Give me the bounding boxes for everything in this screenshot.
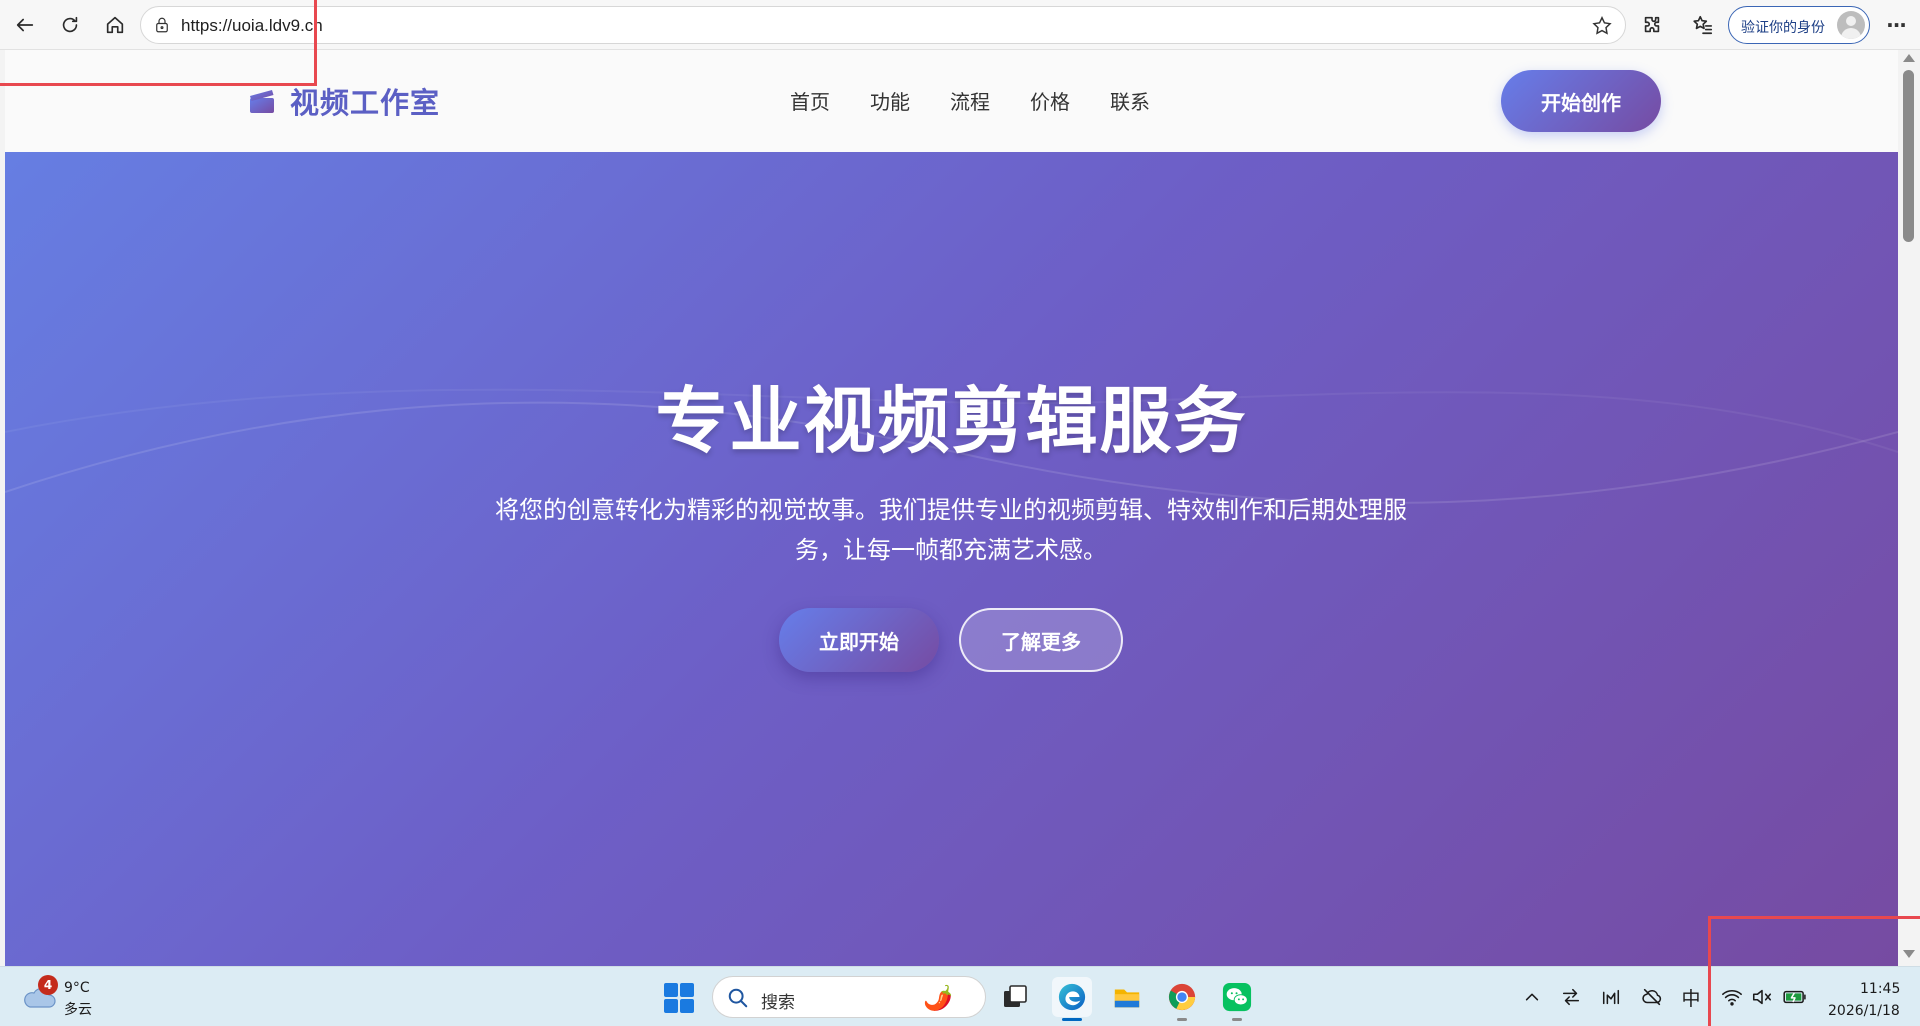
sync-arrows-icon[interactable]: [1560, 985, 1582, 1009]
start-now-button[interactable]: 立即开始: [779, 608, 939, 672]
more-options-button[interactable]: ···: [1876, 5, 1916, 45]
task-view-icon[interactable]: [995, 977, 1035, 1017]
active-app-indicator: [1062, 1018, 1082, 1021]
scroll-up-arrow-icon[interactable]: [1903, 54, 1915, 62]
cloud-off-icon[interactable]: [1640, 985, 1664, 1009]
scrollbar-thumb[interactable]: [1903, 70, 1914, 242]
weather-widget[interactable]: 4 9°C 多云: [22, 975, 102, 1019]
chrome-icon[interactable]: [1162, 977, 1202, 1021]
annotation-box-address: [0, 0, 317, 86]
wechat-icon[interactable]: [1217, 977, 1257, 1021]
file-explorer-icon[interactable]: [1107, 977, 1147, 1017]
performance-meter-icon[interactable]: [1600, 985, 1622, 1009]
page-viewport: 视频工作室 首页 功能 流程 价格 联系 开始创作 专业视频剪辑服务 将您的创意…: [5, 50, 1898, 966]
search-icon: [727, 987, 749, 1009]
learn-more-button[interactable]: 了解更多: [959, 608, 1123, 672]
running-app-indicator: [1177, 1018, 1187, 1021]
search-highlight-icon: 🌶️: [923, 984, 953, 1012]
clapperboard-icon: [248, 87, 276, 115]
hero-section: 专业视频剪辑服务 将您的创意转化为精彩的视觉故事。我们提供专业的视频剪辑、特效制…: [5, 152, 1898, 966]
input-method-indicator[interactable]: 中: [1680, 985, 1702, 1010]
windows-start-icon[interactable]: [664, 983, 694, 1013]
hero-title: 专业视频剪辑服务: [655, 379, 1248, 463]
puzzle-icon: [1644, 16, 1660, 33]
taskbar-search[interactable]: 搜索 🌶️: [712, 976, 986, 1018]
weather-badge: 4: [38, 975, 58, 995]
page-scrollbar[interactable]: [1898, 50, 1920, 966]
annotation-box-tray: [1708, 916, 1920, 1026]
profile-button[interactable]: 验证你的身份: [1728, 6, 1870, 44]
nav-item-contact[interactable]: 联系: [1110, 86, 1150, 115]
running-app-indicator: [1232, 1018, 1242, 1021]
weather-condition: 多云: [64, 1002, 92, 1018]
edge-icon[interactable]: [1052, 977, 1092, 1021]
main-nav: 首页 功能 流程 价格 联系: [790, 86, 1190, 115]
profile-label: 验证你的身份: [1741, 20, 1825, 36]
extensions-button[interactable]: [1632, 5, 1672, 45]
chevron-up-icon[interactable]: [1522, 985, 1542, 1009]
more-dots-icon: ···: [1886, 13, 1907, 37]
taskbar: 4 9°C 多云 搜索 🌶️ 中 11:45 2026/1/18: [0, 966, 1920, 1026]
weather-temperature: 9°C: [64, 980, 90, 996]
screen: https://uoia.ldv9.cn 验证你的身份 ··· 视频工作室 首页…: [0, 0, 1920, 1026]
favorites-list-icon: [1693, 15, 1713, 35]
favorites-button[interactable]: [1683, 5, 1723, 45]
avatar-icon: [1837, 11, 1865, 39]
nav-item-features[interactable]: 功能: [870, 86, 910, 115]
site-logo[interactable]: 视频工作室: [248, 80, 440, 122]
start-creating-button[interactable]: 开始创作: [1501, 70, 1661, 132]
nav-item-pricing[interactable]: 价格: [1030, 86, 1070, 115]
site-name: 视频工作室: [290, 86, 441, 120]
favorite-star-icon[interactable]: [1587, 11, 1617, 41]
hero-description: 将您的创意转化为精彩的视觉故事。我们提供专业的视频剪辑、特效制作和后期处理服务，…: [495, 496, 1407, 564]
address-bar[interactable]: https://uoia.ldv9.cn: [140, 6, 1626, 44]
nav-item-home[interactable]: 首页: [790, 86, 830, 115]
search-placeholder: 搜索: [761, 993, 795, 1013]
nav-item-process[interactable]: 流程: [950, 86, 990, 115]
